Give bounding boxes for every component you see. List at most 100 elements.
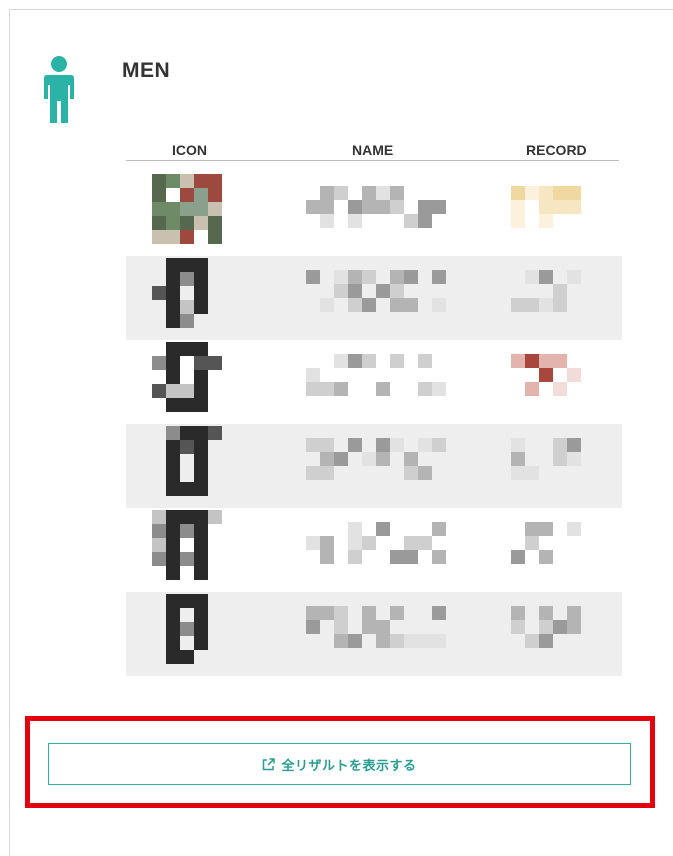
pixel-block xyxy=(180,398,194,412)
pixel-block xyxy=(208,202,222,216)
pixel-block xyxy=(511,214,525,228)
pixel-block xyxy=(152,510,166,524)
pixel-block xyxy=(166,356,180,370)
pixel-block xyxy=(376,284,390,298)
pixel-block xyxy=(432,200,446,214)
pixel-block xyxy=(166,384,180,398)
pixel-block xyxy=(152,384,166,398)
pixel-block xyxy=(525,354,539,368)
pixel-block xyxy=(376,522,390,536)
pixel-block xyxy=(194,538,208,552)
pixel-block xyxy=(525,634,539,648)
pixel-block xyxy=(432,270,446,284)
pixel-block xyxy=(539,200,553,214)
pixel-block xyxy=(404,466,418,480)
pixel-block xyxy=(511,298,525,312)
pixel-block xyxy=(539,214,553,228)
pixel-block xyxy=(390,298,404,312)
pixel-block xyxy=(390,186,404,200)
pixel-block xyxy=(418,382,432,396)
pixel-block xyxy=(404,452,418,466)
pixel-block xyxy=(362,270,376,284)
pixel-block xyxy=(404,298,418,312)
pixel-block xyxy=(306,466,320,480)
pixel-block xyxy=(567,620,581,634)
section-title: MEN xyxy=(122,59,171,82)
pixel-block xyxy=(320,200,334,214)
pixel-block xyxy=(418,634,432,648)
record-cell xyxy=(511,522,591,578)
pixel-block xyxy=(511,466,525,480)
pixel-block xyxy=(553,354,567,368)
pixel-block xyxy=(166,398,180,412)
pixel-block xyxy=(553,438,567,452)
pixel-block xyxy=(306,438,320,452)
name-cell xyxy=(306,354,456,410)
table-row[interactable] xyxy=(126,256,622,340)
pixel-block xyxy=(511,354,525,368)
pixel-block xyxy=(390,634,404,648)
pixel-block xyxy=(166,342,180,356)
pixel-block xyxy=(166,300,180,314)
pixel-block xyxy=(348,298,362,312)
pixel-block xyxy=(180,510,194,524)
pixel-block xyxy=(306,382,320,396)
show-all-results-button[interactable]: 全リザルトを表示する xyxy=(48,743,631,785)
results-table-body xyxy=(126,172,622,676)
pixel-block xyxy=(166,608,180,622)
pixel-block xyxy=(362,200,376,214)
table-row[interactable] xyxy=(126,424,622,508)
pixel-block xyxy=(180,594,194,608)
pixel-block xyxy=(334,452,348,466)
pixel-block xyxy=(194,272,208,286)
pixel-block xyxy=(539,620,553,634)
column-header-icon: ICON xyxy=(172,142,207,158)
record-cell xyxy=(511,438,591,494)
pixel-block xyxy=(334,270,348,284)
name-cell xyxy=(306,606,456,662)
pixel-block xyxy=(180,342,194,356)
pixel-block xyxy=(320,382,334,396)
pixel-block xyxy=(553,382,567,396)
pixel-block xyxy=(152,174,166,188)
pixel-block xyxy=(432,298,446,312)
pixel-block xyxy=(194,622,208,636)
pixel-block xyxy=(348,438,362,452)
pixel-block xyxy=(567,368,581,382)
pixel-block xyxy=(567,452,581,466)
pixel-block xyxy=(525,466,539,480)
pixel-block xyxy=(208,230,222,244)
pixel-block xyxy=(152,356,166,370)
pixel-block xyxy=(404,634,418,648)
pixel-block xyxy=(567,522,581,536)
pixel-block xyxy=(180,202,194,216)
table-row[interactable] xyxy=(126,592,622,676)
table-row[interactable] xyxy=(126,340,622,424)
pixel-block xyxy=(194,636,208,650)
record-cell xyxy=(511,606,591,662)
pixel-block xyxy=(539,270,553,284)
pixel-block xyxy=(418,466,432,480)
pixel-block xyxy=(320,214,334,228)
pixel-block xyxy=(306,606,320,620)
name-cell xyxy=(306,438,456,494)
avatar xyxy=(152,510,232,588)
pixel-block xyxy=(166,454,180,468)
pixel-block xyxy=(152,538,166,552)
pixel-block xyxy=(320,606,334,620)
pixel-block xyxy=(166,468,180,482)
pixel-block xyxy=(208,356,222,370)
pixel-block xyxy=(180,482,194,496)
table-row[interactable] xyxy=(126,172,622,256)
pixel-block xyxy=(432,438,446,452)
pixel-block xyxy=(567,606,581,620)
pixel-block xyxy=(166,272,180,286)
pixel-block xyxy=(511,200,525,214)
pixel-block xyxy=(334,606,348,620)
pixel-block xyxy=(166,216,180,230)
table-row[interactable] xyxy=(126,508,622,592)
pixel-block xyxy=(194,510,208,524)
pixel-block xyxy=(180,552,194,566)
avatar xyxy=(152,342,232,420)
pixel-block xyxy=(539,634,553,648)
